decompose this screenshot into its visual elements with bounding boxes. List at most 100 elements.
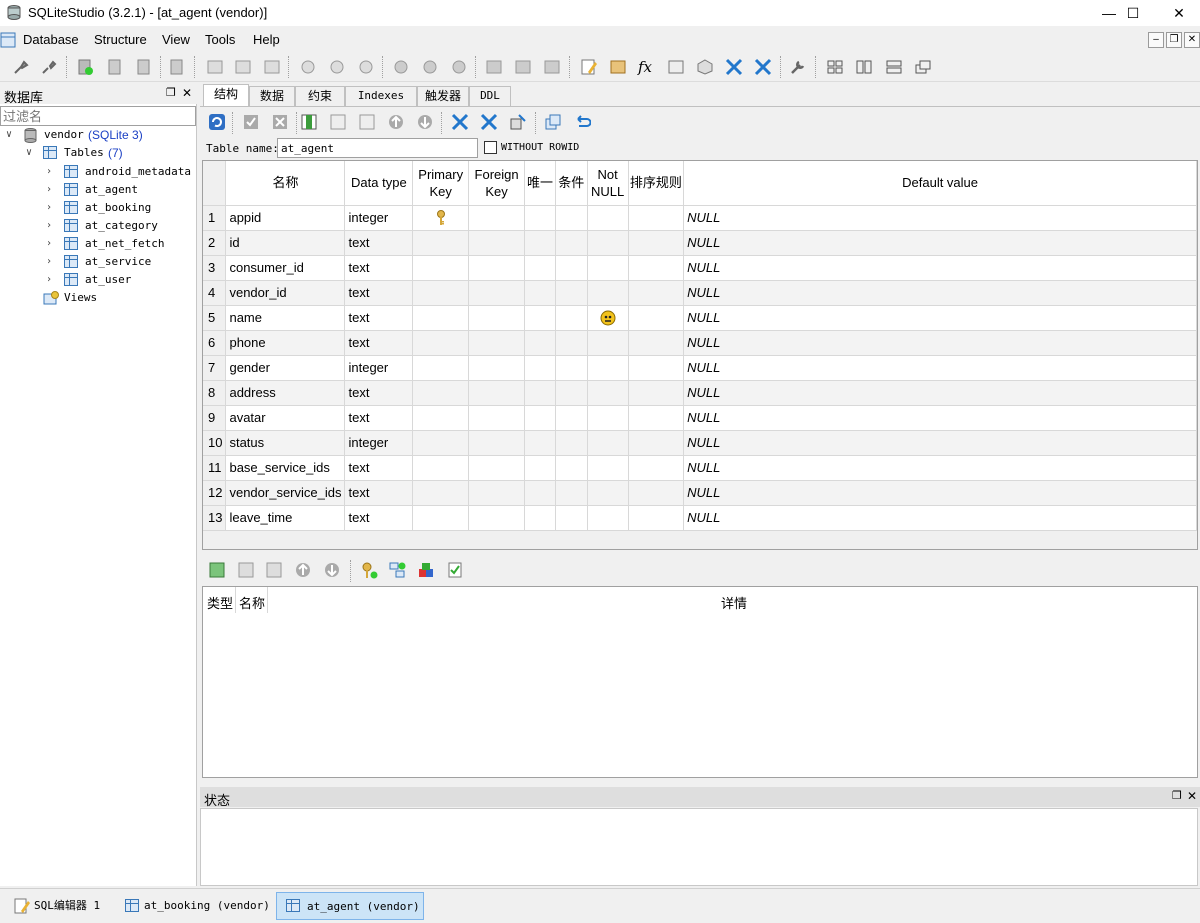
chevron-right-icon[interactable]: › (46, 199, 52, 217)
notnull-cell[interactable] (587, 380, 629, 406)
default-cell[interactable]: NULL (683, 230, 1197, 256)
unique-cell[interactable] (524, 480, 556, 506)
task-at-agent[interactable]: at_agent (vendor) (276, 892, 424, 920)
fk-cell[interactable] (468, 205, 526, 231)
cascade-windows-icon[interactable] (914, 58, 932, 76)
add-db-icon[interactable] (76, 58, 94, 76)
chevron-down-icon[interactable]: ∨ (26, 144, 32, 162)
edit-table-icon[interactable] (234, 58, 252, 76)
column-name-cell[interactable]: name (225, 305, 346, 331)
without-rowid-checkbox[interactable] (484, 141, 497, 154)
create-similar-icon[interactable] (544, 113, 562, 131)
pk-cell[interactable] (412, 355, 470, 381)
table-row[interactable]: 7 gender integer NULL (203, 355, 1197, 381)
notnull-cell[interactable] (587, 255, 629, 281)
default-cell[interactable]: NULL (683, 205, 1197, 231)
delete-constraint-icon[interactable] (265, 561, 283, 579)
unique-cell[interactable] (524, 430, 556, 456)
status-float-icon[interactable]: ❐ (1172, 789, 1182, 802)
delete-table-icon[interactable] (263, 58, 281, 76)
check-cell[interactable] (555, 355, 588, 381)
edit-index-icon[interactable] (328, 58, 346, 76)
fk-cell[interactable] (468, 380, 526, 406)
chevron-right-icon[interactable]: › (46, 235, 52, 253)
delete-column-icon[interactable] (358, 113, 376, 131)
pk-cell[interactable] (412, 255, 470, 281)
collate-cell[interactable] (628, 205, 685, 231)
col-header-primary-key[interactable]: Primary Key (412, 161, 470, 206)
collate-cell[interactable] (628, 330, 685, 356)
menu-database[interactable]: Database (23, 32, 79, 47)
check-cell[interactable] (555, 280, 588, 306)
export-table-icon[interactable] (480, 113, 498, 131)
unique-cell[interactable] (524, 305, 556, 331)
tree-table-at-agent[interactable]: › at_agent (0, 181, 196, 199)
tree-tables-node[interactable]: ∨ Tables (7) (0, 144, 196, 162)
pk-cell[interactable] (412, 305, 470, 331)
col-header-default[interactable]: Default value (683, 161, 1197, 206)
table-row[interactable]: 13 leave_time text NULL (203, 505, 1197, 531)
default-cell[interactable]: NULL (683, 380, 1197, 406)
fk-cell[interactable] (468, 505, 526, 531)
default-cell[interactable]: NULL (683, 280, 1197, 306)
column-type-cell[interactable]: text (344, 455, 414, 481)
check-cell[interactable] (555, 480, 588, 506)
column-type-cell[interactable]: text (344, 330, 414, 356)
unique-cell[interactable] (524, 330, 556, 356)
col-header-name[interactable]: 名称 (225, 161, 346, 206)
column-type-cell[interactable]: integer (344, 355, 414, 381)
new-index-icon[interactable] (299, 58, 317, 76)
edit-view-icon[interactable] (514, 58, 532, 76)
chevron-right-icon[interactable]: › (46, 181, 52, 199)
fk-cell[interactable] (468, 455, 526, 481)
chevron-down-icon[interactable]: ∨ (6, 126, 12, 144)
maximize-button[interactable]: ☐ (1110, 0, 1156, 26)
check-cell[interactable] (555, 230, 588, 256)
column-name-cell[interactable]: vendor_id (225, 280, 346, 306)
edit-column-icon[interactable] (329, 113, 347, 131)
col-header-data-type[interactable]: Data type (344, 161, 414, 206)
add-constraint-icon[interactable] (208, 561, 226, 579)
column-type-cell[interactable]: integer (344, 205, 414, 231)
disconnect-db-icon[interactable] (40, 58, 58, 76)
pk-cell[interactable] (412, 230, 470, 256)
tab-structure[interactable]: 结构 (203, 84, 249, 106)
panel-float-icon[interactable]: ❐ (166, 86, 176, 99)
add-foreign-key-icon[interactable] (388, 561, 406, 579)
pk-cell[interactable] (412, 380, 470, 406)
column-type-cell[interactable]: text (344, 505, 414, 531)
unique-cell[interactable] (524, 355, 556, 381)
pk-cell[interactable] (412, 205, 470, 231)
table-row[interactable]: 4 vendor_id text NULL (203, 280, 1197, 306)
collate-cell[interactable] (628, 230, 685, 256)
column-type-cell[interactable]: integer (344, 430, 414, 456)
column-name-cell[interactable]: leave_time (225, 505, 346, 531)
table-row[interactable]: 12 vendor_service_ids text NULL (203, 480, 1197, 506)
check-cell[interactable] (555, 255, 588, 281)
constraint-down-icon[interactable] (323, 561, 341, 579)
remove-db-icon[interactable] (135, 58, 153, 76)
tree-table-at-user[interactable]: › at_user (0, 271, 196, 289)
column-type-cell[interactable]: text (344, 230, 414, 256)
check-cell[interactable] (555, 205, 588, 231)
add-check-icon[interactable] (446, 561, 464, 579)
notnull-cell[interactable] (587, 280, 629, 306)
col-header-foreign-key[interactable]: Foreign Key (468, 161, 526, 206)
tree-table-at-service[interactable]: › at_service (0, 253, 196, 271)
filter-input[interactable] (0, 106, 196, 126)
mdi-close-button[interactable]: ✕ (1184, 32, 1200, 48)
tab-ddl[interactable]: DDL (469, 86, 511, 106)
column-name-cell[interactable]: status (225, 430, 346, 456)
column-name-cell[interactable]: gender (225, 355, 346, 381)
import-icon[interactable] (725, 58, 743, 76)
panel-close-icon[interactable]: ✕ (182, 86, 192, 100)
pk-cell[interactable] (412, 405, 470, 431)
constraints-col-name[interactable]: 名称 (239, 593, 265, 612)
notnull-cell[interactable] (587, 205, 629, 231)
delete-trigger-icon[interactable] (450, 58, 468, 76)
column-type-cell[interactable]: text (344, 480, 414, 506)
column-type-cell[interactable]: text (344, 405, 414, 431)
export-icon[interactable] (754, 58, 772, 76)
task-sql-editor[interactable]: SQL编辑器 1 (4, 892, 112, 920)
notnull-cell[interactable] (587, 230, 629, 256)
